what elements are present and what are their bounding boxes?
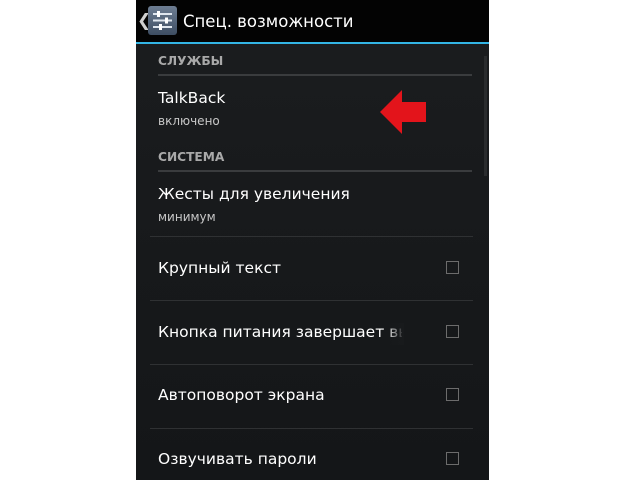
list-item-title: Крупный текст [158,259,282,277]
action-bar: ❮ Спец. возможности [136,0,489,43]
section-header-services: СЛУЖБЫ [158,48,472,76]
text-fade [386,323,404,345]
list-item-title: TalkBack [158,89,226,107]
list-item-magnification-gestures[interactable]: Жесты для увеличения минимум [150,174,473,236]
list-item-title: Жесты для увеличения [158,185,350,203]
large-text-checkbox[interactable] [446,261,459,274]
list-item-power-button-ends-call[interactable]: Кнопка питания завершает вызов [150,301,473,363]
list-item-large-text[interactable]: Крупный текст [150,237,473,299]
power-button-checkbox[interactable] [446,325,459,338]
auto-rotate-checkbox[interactable] [446,388,459,401]
scrollbar[interactable] [484,56,487,176]
list-item-summary: включено [158,114,220,128]
page-title: Спец. возможности [183,12,354,31]
chevron-left-icon[interactable]: ❮ [137,10,151,32]
red-arrow-left-icon [380,90,426,134]
list-item-title: Озвучивать пароли [158,450,317,468]
list-item-title: Кнопка питания завершает вызов [158,323,402,341]
list-item-auto-rotate[interactable]: Автоповорот экрана [150,365,473,427]
action-bar-divider [136,42,489,44]
speak-passwords-checkbox[interactable] [446,452,459,465]
section-header-system: СИСТЕМА [158,144,472,172]
settings-screen: ❮ Спец. возможности СЛУЖБЫ TalkBack вклю… [136,0,489,480]
list-item-speak-passwords[interactable]: Озвучивать пароли [150,429,473,480]
list-item-summary: минимум [158,210,216,224]
list-item-title: Автоповорот экрана [158,386,325,404]
accessibility-settings-icon[interactable] [148,6,177,35]
